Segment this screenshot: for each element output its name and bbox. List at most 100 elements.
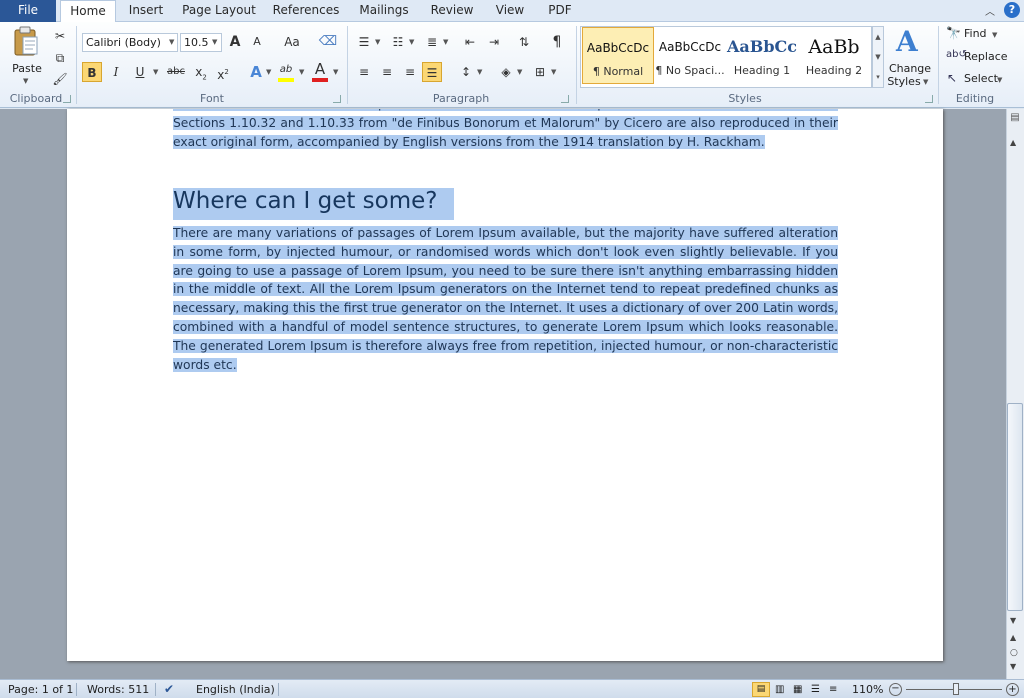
- language[interactable]: English (India): [196, 680, 275, 698]
- outline-icon[interactable]: ☰: [811, 680, 820, 698]
- zoom-slider-thumb[interactable]: [953, 683, 959, 695]
- numbering-icon[interactable]: ☷: [388, 32, 408, 52]
- underline-dropdown-icon[interactable]: ▼: [153, 68, 158, 76]
- superscript-button[interactable]: x2: [213, 62, 233, 82]
- font-color-dropdown-icon[interactable]: ▼: [333, 68, 338, 76]
- help-icon[interactable]: ?: [1004, 2, 1020, 18]
- styles-dialog-launcher-icon[interactable]: [925, 95, 933, 103]
- browse-object-icon[interactable]: ○: [1010, 648, 1018, 658]
- full-screen-reading-icon[interactable]: ▥: [775, 680, 784, 698]
- tab-review[interactable]: Review: [426, 0, 478, 22]
- select-dropdown-icon[interactable]: ▼: [997, 76, 1002, 84]
- change-styles-label-2[interactable]: Styles: [886, 75, 922, 88]
- clipboard-dialog-launcher-icon[interactable]: [63, 95, 71, 103]
- paragraph-dialog-launcher-icon[interactable]: [561, 95, 569, 103]
- font-name-dropdown-icon[interactable]: ▼: [169, 38, 174, 46]
- scroll-up-icon[interactable]: ▲: [1010, 138, 1016, 147]
- change-styles-icon[interactable]: A: [894, 25, 926, 58]
- change-case-button[interactable]: Aa: [280, 32, 304, 52]
- multilevel-dropdown-icon[interactable]: ▼: [443, 38, 448, 46]
- scroll-down-icon[interactable]: ▼: [1010, 616, 1016, 625]
- word-count[interactable]: Words: 511: [87, 680, 149, 698]
- scrollbar-thumb[interactable]: [1007, 403, 1023, 611]
- font-size-dropdown-icon[interactable]: ▼: [212, 38, 217, 46]
- bullets-icon[interactable]: ☰: [354, 32, 374, 52]
- justify-icon[interactable]: ☰: [422, 62, 442, 82]
- shrink-font-button[interactable]: A: [247, 32, 267, 52]
- paste-button[interactable]: Paste: [11, 62, 43, 75]
- font-dialog-launcher-icon[interactable]: [333, 95, 341, 103]
- zoom-level[interactable]: 110%: [852, 680, 883, 698]
- tab-references[interactable]: References: [270, 0, 342, 22]
- styles-gallery-scroll[interactable]: ▲ ▼ ▾: [872, 26, 884, 88]
- highlight-button[interactable]: ab: [276, 60, 296, 80]
- change-styles-dropdown-icon[interactable]: ▼: [923, 78, 928, 86]
- minimize-ribbon-icon[interactable]: ︿: [985, 3, 997, 18]
- draft-icon[interactable]: ≡: [829, 680, 837, 698]
- heading-where-can-i-get-some[interactable]: Where can I get some?: [173, 181, 838, 221]
- tab-page-layout[interactable]: Page Layout: [180, 0, 258, 22]
- shading-icon[interactable]: ◈: [496, 62, 516, 82]
- shading-dropdown-icon[interactable]: ▼: [517, 68, 522, 76]
- numbering-dropdown-icon[interactable]: ▼: [409, 38, 414, 46]
- previous-page-icon[interactable]: ▲: [1010, 633, 1016, 642]
- borders-dropdown-icon[interactable]: ▼: [551, 68, 556, 76]
- clear-formatting-icon[interactable]: ⌫: [318, 32, 338, 52]
- paste-dropdown-icon[interactable]: ▼: [23, 77, 28, 85]
- tab-pdf[interactable]: PDF: [542, 0, 578, 22]
- page-count[interactable]: Page: 1 of 1: [8, 680, 73, 698]
- paragraph-2[interactable]: There are many variations of passages of…: [173, 224, 838, 374]
- line-spacing-icon[interactable]: ↕: [456, 62, 476, 82]
- tab-file[interactable]: File: [0, 0, 56, 22]
- tab-home[interactable]: Home: [60, 0, 116, 23]
- paragraph-1[interactable]: The standard chunk of Lorem Ipsum used s…: [173, 109, 838, 151]
- sort-icon[interactable]: ⇅: [514, 32, 534, 52]
- style-normal[interactable]: AaBbCcDc ¶ Normal: [582, 27, 654, 84]
- find-icon[interactable]: 🔭: [946, 26, 961, 40]
- borders-icon[interactable]: ⊞: [530, 62, 550, 82]
- copy-icon[interactable]: ⧉: [50, 48, 70, 68]
- tab-mailings[interactable]: Mailings: [354, 0, 414, 22]
- multilevel-list-icon[interactable]: ≣: [422, 32, 442, 52]
- page-content[interactable]: The standard chunk of Lorem Ipsum used s…: [173, 109, 838, 399]
- highlight-dropdown-icon[interactable]: ▼: [299, 68, 304, 76]
- tab-insert[interactable]: Insert: [124, 0, 168, 22]
- cut-icon[interactable]: ✂: [50, 26, 70, 46]
- select-button[interactable]: Select: [964, 72, 998, 85]
- format-painter-icon[interactable]: 🖌: [50, 69, 70, 89]
- font-name-combo[interactable]: Calibri (Body): [82, 33, 178, 52]
- text-effects-dropdown-icon[interactable]: ▼: [266, 68, 271, 76]
- zoom-in-icon[interactable]: +: [1006, 683, 1019, 696]
- bold-button[interactable]: B: [82, 62, 102, 82]
- underline-button[interactable]: U: [130, 62, 150, 82]
- bullets-dropdown-icon[interactable]: ▼: [375, 38, 380, 46]
- text-effects-icon[interactable]: A: [246, 62, 266, 82]
- ruler-toggle-icon[interactable]: ▤: [1009, 112, 1021, 132]
- find-button[interactable]: Find: [964, 27, 987, 40]
- zoom-out-icon[interactable]: −: [889, 683, 902, 696]
- select-icon[interactable]: ↖: [947, 71, 957, 85]
- subscript-button[interactable]: x2: [191, 62, 211, 82]
- next-page-icon[interactable]: ▼: [1010, 662, 1016, 671]
- web-layout-icon[interactable]: ▦: [793, 680, 802, 698]
- paste-icon[interactable]: [12, 26, 40, 58]
- replace-button[interactable]: Replace: [964, 50, 1008, 63]
- increase-indent-icon[interactable]: ⇥: [484, 32, 504, 52]
- decrease-indent-icon[interactable]: ⇤: [460, 32, 480, 52]
- show-marks-button[interactable]: ¶: [547, 32, 567, 52]
- font-color-button[interactable]: A: [310, 59, 330, 79]
- change-styles-label-1[interactable]: Change: [888, 62, 932, 75]
- align-left-icon[interactable]: ≡: [354, 62, 374, 82]
- grow-font-button[interactable]: A: [225, 32, 245, 52]
- style-heading-2[interactable]: AaBb Heading 2: [798, 27, 870, 84]
- italic-button[interactable]: I: [106, 62, 126, 82]
- tab-view[interactable]: View: [490, 0, 530, 22]
- find-dropdown-icon[interactable]: ▼: [992, 31, 997, 39]
- strikethrough-button[interactable]: abc: [164, 62, 188, 82]
- style-no-spacing[interactable]: AaBbCcDc ¶ No Spaci...: [654, 27, 726, 84]
- line-spacing-dropdown-icon[interactable]: ▼: [477, 68, 482, 76]
- style-heading-1[interactable]: AaBbCc Heading 1: [726, 27, 798, 84]
- print-layout-icon[interactable]: ▤: [752, 682, 770, 697]
- proofing-icon[interactable]: ✔: [164, 680, 174, 698]
- align-right-icon[interactable]: ≡: [400, 62, 420, 82]
